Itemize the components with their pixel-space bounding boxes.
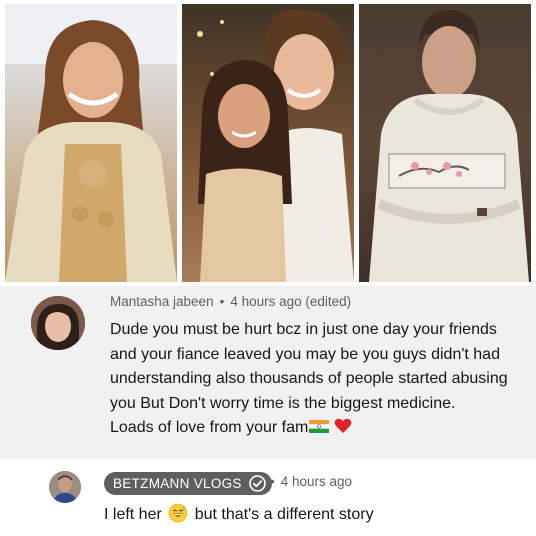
red-heart-icon <box>334 418 352 433</box>
reply-separator: • <box>270 474 275 489</box>
comment-text-line2: Loads of love from your fam <box>110 419 309 436</box>
commenter-avatar[interactable] <box>31 296 85 350</box>
comment-header: Mantasha jabeen • 4 hours ago (edited) <box>110 294 351 309</box>
grinning-sweat-emoji-icon <box>168 503 188 523</box>
comment-separator: • <box>219 294 225 309</box>
comment-text-main: Dude you must be hurt bcz in just one da… <box>110 321 508 412</box>
reply-avatar[interactable] <box>49 471 81 503</box>
comment-author[interactable]: Mantasha jabeen <box>110 294 214 309</box>
reply-meta: • 4 hours ago <box>270 474 352 489</box>
india-flag-icon <box>309 420 330 433</box>
reply-text-before: I left her <box>104 506 162 523</box>
comment-time: 4 hours ago (edited) <box>230 294 352 309</box>
reply-text: I left her but that's a different story <box>104 503 374 524</box>
channel-name[interactable]: BETZMANN VLOGS <box>113 476 242 491</box>
reply-time: 4 hours ago <box>280 474 353 489</box>
reply-comment: BETZMANN VLOGS • 4 hours ago I left her b… <box>0 459 536 536</box>
comment-text-line2-wrap: Loads of love from your fam <box>110 416 520 441</box>
verified-check-icon <box>248 475 266 492</box>
reply-text-after: but that's a different story <box>194 506 374 523</box>
photo-man-hoodie <box>359 4 531 282</box>
photo-collage <box>0 0 536 286</box>
photo-couple <box>182 4 354 282</box>
photo-woman <box>5 4 177 282</box>
comment-text: Dude you must be hurt bcz in just one da… <box>110 318 520 441</box>
comment-card: Mantasha jabeen • 4 hours ago (edited) Dud… <box>0 286 536 536</box>
channel-badge[interactable]: BETZMANN VLOGS <box>104 472 272 495</box>
